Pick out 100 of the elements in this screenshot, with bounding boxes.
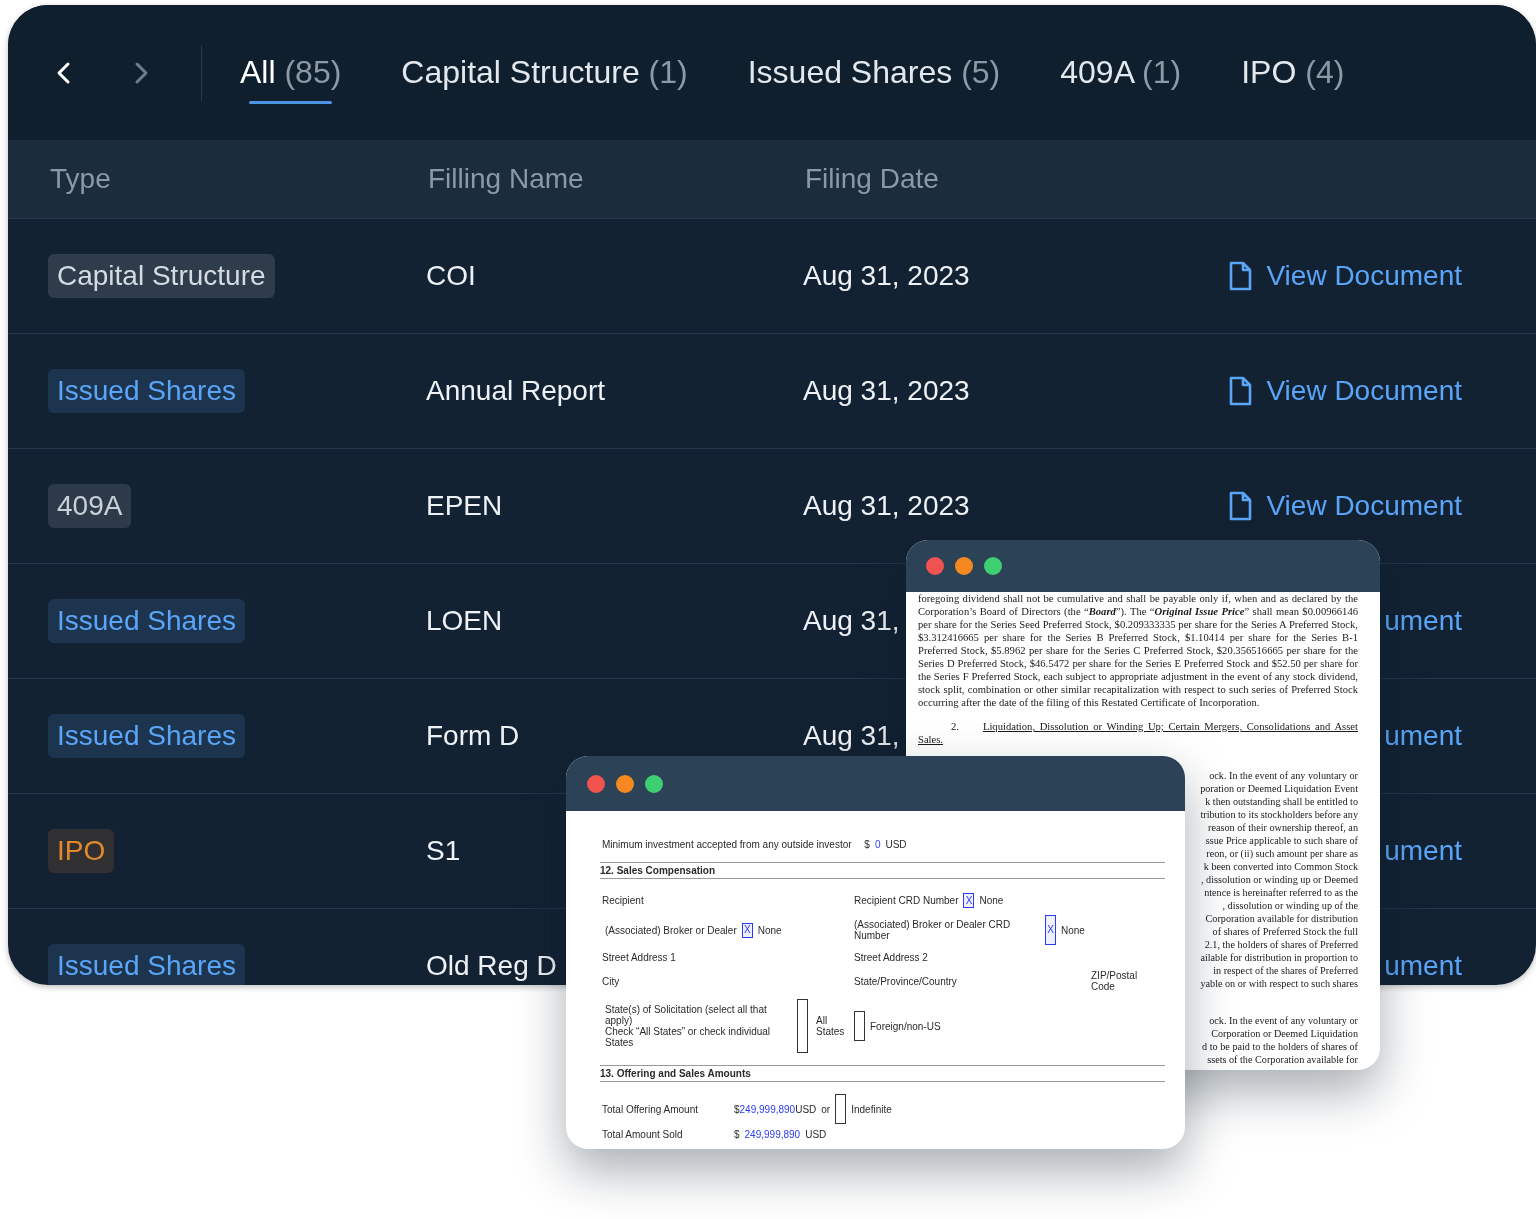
view-document-link[interactable]: ument xyxy=(1384,720,1462,752)
window-zoom-dot[interactable] xyxy=(984,557,1002,575)
view-document-link[interactable]: View Document xyxy=(1228,260,1462,292)
document-text-line: in respect of the shares of Preferred xyxy=(1213,964,1358,977)
type-tag: Issued Shares xyxy=(48,599,245,643)
checkbox-label: Indefinite xyxy=(851,1103,892,1115)
document-icon xyxy=(1228,491,1253,521)
view-document-link[interactable]: ument xyxy=(1384,605,1462,637)
checkbox[interactable]: X xyxy=(741,922,753,938)
filing-name: LOEN xyxy=(426,605,503,637)
document-text-line: yable on or with respect to such shares xyxy=(1200,977,1358,990)
currency-unit: USD xyxy=(885,839,907,850)
filter-tab[interactable]: All (85) xyxy=(240,44,342,101)
field-label: Street Address 1 xyxy=(602,952,677,963)
filing-name: Old Reg D xyxy=(426,950,557,982)
document-text-line: ock. In the event of any voluntary or xyxy=(1209,769,1358,782)
view-document-link[interactable]: View Document xyxy=(1228,490,1462,522)
filing-name: Annual Report xyxy=(426,375,605,407)
checkbox[interactable]: X xyxy=(1045,915,1056,945)
type-tag: Issued Shares xyxy=(48,714,245,758)
field-label: ZIP/Postal Code xyxy=(1091,970,1139,992)
window-minimize-dot[interactable] xyxy=(955,557,973,575)
window-zoom-dot[interactable] xyxy=(645,774,663,793)
checkbox[interactable] xyxy=(835,1094,847,1124)
field-label: Minimum investment accepted from any outside investor xyxy=(602,839,852,850)
window-close-dot[interactable] xyxy=(587,774,605,793)
checkbox[interactable]: X xyxy=(963,893,975,908)
document-text-line: Corporation available for distribution xyxy=(1205,912,1358,925)
field-label: Street Address 2 xyxy=(854,952,929,963)
field-label: (Associated) Broker or Dealer xyxy=(605,924,737,936)
document-text-line: tribution to its stockholders before any xyxy=(1200,808,1358,821)
document-text-line: , dissolution or winding up of the xyxy=(1222,899,1358,912)
section-title: 13. Offering and Sales Amounts xyxy=(600,1065,1165,1082)
document-text-line: ssets of the Corporation available for xyxy=(1207,1053,1358,1066)
document-text-line: ssue Price applicable to such share of xyxy=(1205,834,1358,847)
document-paragraph: foregoing dividend shall not be cumulative and shall be payable only if, when and as declared by the Corporation’s Board of Directors (the “Board”). The “Original Issue Price” shall mean $0.00966146 per share for the Series Seed Preferred Stock, $0.209333335 per share for the Series A Preferred Stock, $3.312416665 per share for the Series B Preferred Stock, $1.10414 per share for the Series B-1 Preferred Stock, $5.8962 per share for the Series C Preferred Stock, $20.356516665 per share for the Series D Preferred Stock, $46.5472 per share for the Series E Preferred Stock and $52.50 per share for the Series F Preferred Stock, each subject to appropriate adjustment in the event of any stock dividend, stock split, combination or other similar recapitalization with respect to such series of Preferred Stock occurring after the date of the filing of this Restated Certificate of Incorporation. xyxy=(918,592,1358,709)
currency-symbol: $ xyxy=(734,1103,740,1115)
filing-date: Aug 31, xyxy=(803,720,900,752)
filter-tab[interactable]: 409A (1) xyxy=(1060,44,1182,101)
filing-name: S1 xyxy=(426,835,461,867)
checkbox-label: Foreign/non-US xyxy=(870,1020,941,1032)
field-label: Total Offering Amount xyxy=(602,1103,699,1115)
filing-date: Aug 31, 2023 xyxy=(803,375,970,407)
checkbox-label: None xyxy=(1061,924,1085,936)
amount-value: 0 xyxy=(874,839,881,850)
view-document-link[interactable]: ument xyxy=(1384,950,1462,982)
checkbox-label: None xyxy=(979,895,1004,906)
section-title: 12. Sales Compensation xyxy=(600,862,1165,879)
currency-unit: USD xyxy=(795,1103,817,1115)
filter-tab[interactable]: Capital Structure (1) xyxy=(401,44,688,101)
type-tag: Capital Structure xyxy=(48,254,275,298)
type-tag: Issued Shares xyxy=(48,944,245,985)
document-text-line: reason of their ownership thereof, an xyxy=(1208,821,1358,834)
checkbox[interactable] xyxy=(854,1011,865,1041)
filing-date: Aug 31, xyxy=(803,605,900,637)
filing-date: Aug 31, 2023 xyxy=(803,260,970,292)
document-text-line: k been converted into Common Stock xyxy=(1203,860,1358,873)
filter-tab[interactable]: Issued Shares (5) xyxy=(747,44,1001,101)
section-heading: 2. Liquidation, Dissolution or Winding Up; Certain Mergers, Consolidations and Asset Sales. xyxy=(918,720,1358,746)
document-text-line: ock. In the event of any voluntary or xyxy=(1209,1014,1358,1027)
document-text-line: Corporation or Deemed Liquidation xyxy=(1211,1027,1358,1040)
document-text-line: 2.1, the holders of shares of Preferred xyxy=(1204,938,1358,951)
field-label: (Associated) Broker or Dealer CRD Number xyxy=(854,919,1012,941)
currency-symbol: $ xyxy=(864,839,870,850)
document-text-line: of shares of Preferred Stock the full xyxy=(1212,925,1358,938)
type-tag: Issued Shares xyxy=(48,369,245,413)
checkbox-label: All States xyxy=(816,1015,846,1037)
field-label: Recipient CRD Number xyxy=(854,895,959,906)
document-text-line: ailable for distribution in proportion to xyxy=(1200,951,1358,964)
currency-symbol: $ xyxy=(734,1129,740,1140)
window-close-dot[interactable] xyxy=(926,557,944,575)
checkbox[interactable] xyxy=(797,999,808,1053)
document-text-line: , dissolution or winding up or Deemed xyxy=(1200,873,1358,886)
column-header: Type xyxy=(49,163,112,195)
window-minimize-dot[interactable] xyxy=(616,774,634,793)
document-text-line: k then outstanding shall be entitled to xyxy=(1205,795,1358,808)
view-document-link[interactable]: View Document xyxy=(1228,375,1462,407)
field-label: State(s) of Solicitation (select all that apply) xyxy=(605,1004,767,1026)
filing-name: Form D xyxy=(426,720,520,752)
document-text-line: d to be paid to the holders of shares of xyxy=(1202,1040,1358,1053)
document-icon xyxy=(1228,261,1253,291)
column-header: Filing Date xyxy=(804,163,940,195)
field-label: State/Province/Country xyxy=(854,975,957,987)
document-text-line: reon, or (ii) such amount per share as xyxy=(1206,847,1358,860)
column-header: Filling Name xyxy=(427,163,585,195)
conjunction-text: or xyxy=(821,1103,831,1115)
amount-value: 249,999,890 xyxy=(739,1103,796,1115)
type-tag: 409A xyxy=(48,484,132,528)
amount-value: 249,999,890 xyxy=(744,1129,801,1140)
document-text-line: poration or Deemed Liquidation Event xyxy=(1200,782,1358,795)
view-document-link[interactable]: ument xyxy=(1384,835,1462,867)
filing-name: EPEN xyxy=(426,490,503,522)
field-hint: Check “All States” or check individual States xyxy=(605,1026,772,1048)
field-label: City xyxy=(602,975,621,987)
field-label: Total Amount Sold xyxy=(602,1129,684,1140)
document-icon xyxy=(1228,376,1253,406)
checkbox-label: None xyxy=(757,924,782,936)
currency-unit: USD xyxy=(805,1129,827,1140)
filing-date: Aug 31, 2023 xyxy=(803,490,970,522)
filter-tab[interactable]: IPO (4) xyxy=(1241,44,1345,101)
